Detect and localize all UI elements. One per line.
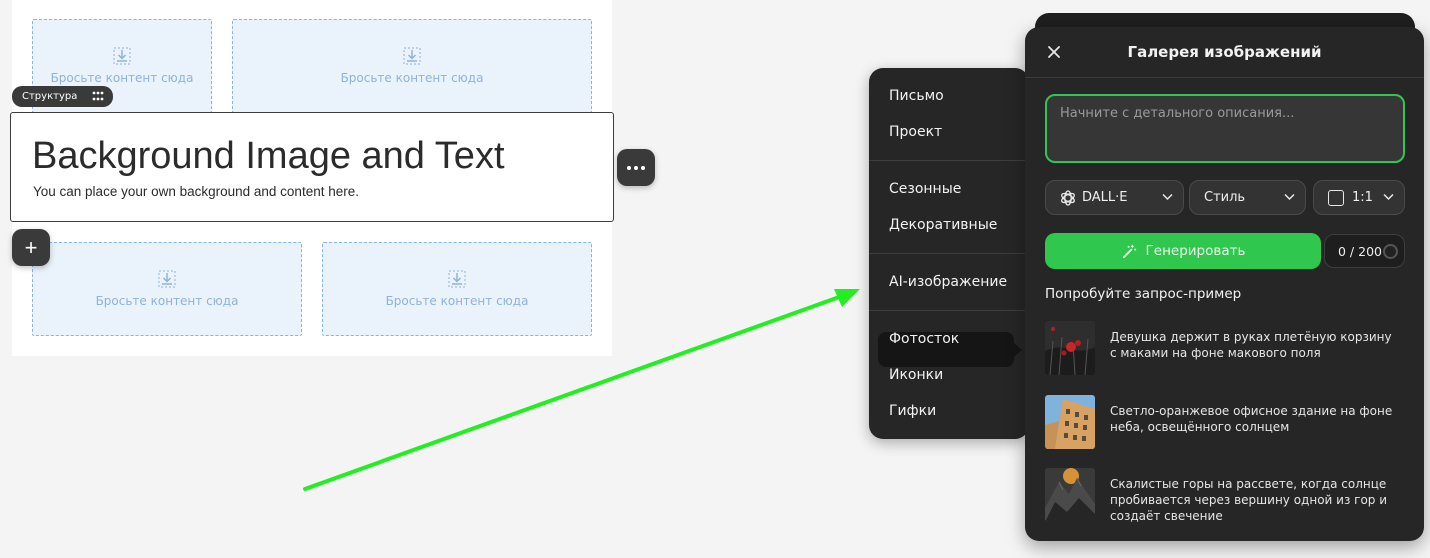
drop-zone-label: Бросьте контент сюда bbox=[95, 294, 239, 308]
example-prompt[interactable]: Скалистые горы на рассвете, когда солнце… bbox=[1045, 468, 1405, 523]
progress-ring-icon bbox=[1383, 244, 1398, 259]
structure-badge-label: Структура bbox=[22, 91, 78, 102]
aspect-ratio-select[interactable]: 1:1 bbox=[1313, 180, 1405, 215]
example-text: Девушка держит в руках плетёную корзину … bbox=[1110, 330, 1392, 360]
openai-icon bbox=[1061, 190, 1075, 206]
office-building-thumbnail bbox=[1045, 395, 1095, 449]
menu-item-ai-image[interactable]: AI-изображение bbox=[889, 274, 1007, 290]
drop-zone[interactable]: Бросьте контент сюда bbox=[32, 242, 302, 336]
menu-item-gifs[interactable]: Гифки bbox=[889, 403, 936, 419]
menu-divider bbox=[869, 253, 1029, 254]
chevron-down-icon bbox=[1162, 193, 1173, 201]
example-text: Скалистые горы на рассвете, когда солнце… bbox=[1110, 477, 1388, 523]
menu-divider bbox=[869, 160, 1029, 161]
block-title[interactable]: Background Image and Text bbox=[32, 135, 505, 178]
generate-button[interactable]: Генерировать bbox=[1045, 233, 1321, 269]
more-options-button[interactable] bbox=[617, 149, 655, 186]
background-image-text-block[interactable]: Background Image and Text You can place … bbox=[10, 112, 614, 222]
drop-zone-label: Бросьте контент сюда bbox=[385, 294, 529, 308]
style-select-value: Стиль bbox=[1204, 190, 1246, 205]
image-category-menu: Письмо Проект Сезонные Декоративные AI-и… bbox=[869, 68, 1029, 439]
example-prompt[interactable]: Девушка держит в руках плетёную корзину … bbox=[1045, 321, 1405, 375]
model-select-value: DALL·E bbox=[1082, 190, 1128, 205]
menu-item-photostock[interactable]: Фотосток bbox=[889, 331, 959, 347]
drop-zone-label: Бросьте контент сюда bbox=[340, 71, 484, 85]
example-text: Светло-оранжевое офисное здание на фоне … bbox=[1110, 404, 1393, 434]
more-dots-icon bbox=[634, 165, 638, 170]
prompt-input[interactable]: Начните с детального описания... bbox=[1045, 94, 1405, 163]
drop-download-icon bbox=[448, 270, 466, 288]
square-ratio-icon bbox=[1328, 190, 1344, 206]
counter-value: 0 / 200 bbox=[1338, 243, 1382, 259]
magic-wand-icon bbox=[1122, 244, 1136, 258]
panel-divider bbox=[1025, 77, 1424, 78]
menu-item-decorative[interactable]: Декоративные bbox=[889, 217, 997, 233]
drop-zone[interactable]: Бросьте контент сюда bbox=[232, 19, 592, 113]
style-select[interactable]: Стиль bbox=[1189, 180, 1306, 215]
menu-item-project[interactable]: Проект bbox=[889, 124, 942, 140]
generation-counter: 0 / 200 bbox=[1324, 234, 1405, 268]
add-block-button[interactable]: + bbox=[12, 229, 50, 266]
menu-item-seasonal[interactable]: Сезонные bbox=[889, 181, 961, 197]
menu-item-icons[interactable]: Иконки bbox=[889, 367, 943, 383]
block-subtitle[interactable]: You can place your own background and co… bbox=[33, 184, 359, 199]
menu-item-letter[interactable]: Письмо bbox=[889, 88, 944, 104]
mountains-sunrise-thumbnail bbox=[1045, 468, 1095, 522]
generate-button-label: Генерировать bbox=[1145, 243, 1246, 259]
poppy-field-thumbnail bbox=[1045, 321, 1095, 375]
drop-zone-label: Бросьте контент сюда bbox=[50, 71, 194, 85]
drop-zone[interactable]: Бросьте контент сюда bbox=[322, 242, 592, 336]
drag-grip-icon[interactable] bbox=[92, 91, 104, 102]
drop-download-icon bbox=[113, 47, 131, 65]
more-dots-icon bbox=[641, 165, 645, 170]
model-select[interactable]: DALL·E bbox=[1045, 180, 1184, 215]
structure-badge[interactable]: Структура bbox=[12, 86, 113, 107]
example-prompt[interactable]: Светло-оранжевое офисное здание на фоне … bbox=[1045, 395, 1405, 449]
aspect-ratio-value: 1:1 bbox=[1352, 190, 1373, 205]
more-dots-icon bbox=[627, 165, 631, 170]
drop-download-icon bbox=[158, 270, 176, 288]
drop-download-icon bbox=[403, 47, 421, 65]
chevron-down-icon bbox=[1383, 193, 1394, 201]
menu-divider bbox=[869, 310, 1029, 311]
image-gallery-panel: Галерея изображений Начните с детального… bbox=[1025, 27, 1424, 541]
panel-title: Галерея изображений bbox=[1127, 43, 1322, 61]
plus-icon: + bbox=[24, 234, 38, 260]
examples-heading: Попробуйте запрос-пример bbox=[1045, 286, 1242, 302]
chevron-down-icon bbox=[1284, 193, 1295, 201]
